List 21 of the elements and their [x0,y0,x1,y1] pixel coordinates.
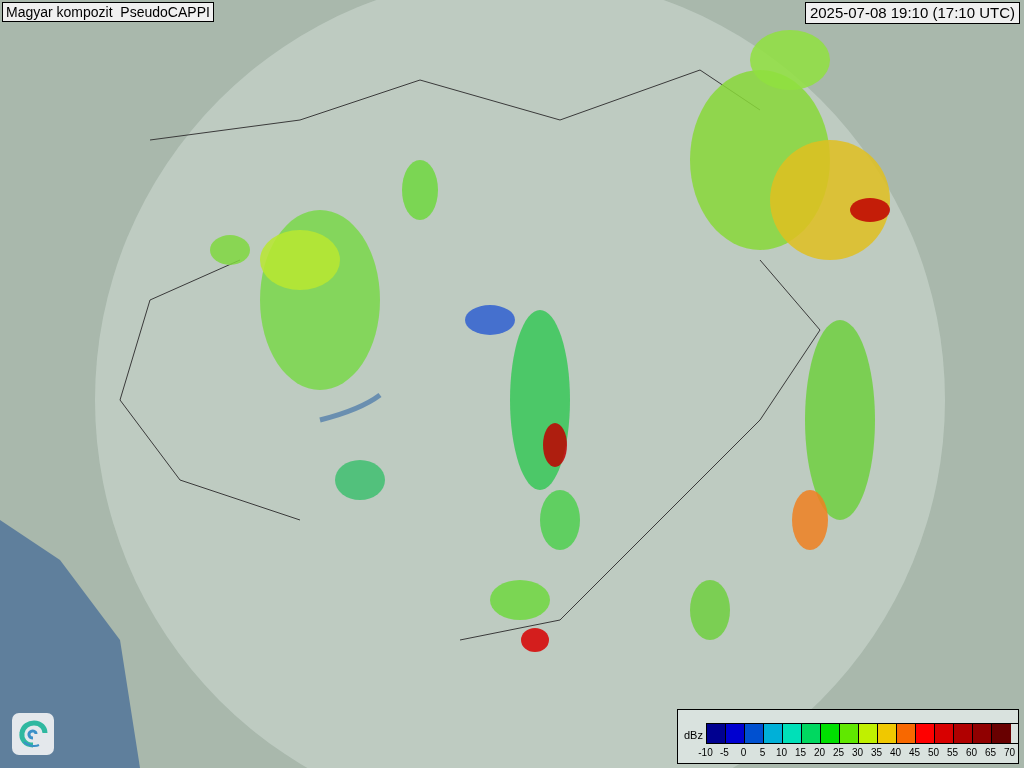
tick-label: 35 [869,747,884,759]
app-logo-icon [12,713,54,755]
tick-label: -10 [697,747,714,759]
unit-label: dBz [684,727,703,743]
tick-label: 40 [888,747,903,759]
tick-label: 5 [758,747,767,759]
tick-label: -5 [719,747,730,759]
tick-label: 10 [774,747,789,759]
tick-label: 15 [793,747,808,759]
tick-label: 0 [739,747,748,759]
tick-label: 45 [907,747,922,759]
tick-label: 60 [964,747,979,759]
timestamp-label: 2025-07-08 19:10 (17:10 UTC) [804,2,1020,24]
tick-label: 55 [945,747,960,759]
map-title: Magyar kompozit PseudoCAPPI [2,2,214,22]
tick-label: 25 [831,747,846,759]
tick-label: 70 [1002,747,1017,759]
tick-label: 65 [983,747,998,759]
tick-label: 20 [812,747,827,759]
tick-label: 30 [850,747,865,759]
tick-label: 50 [926,747,941,759]
